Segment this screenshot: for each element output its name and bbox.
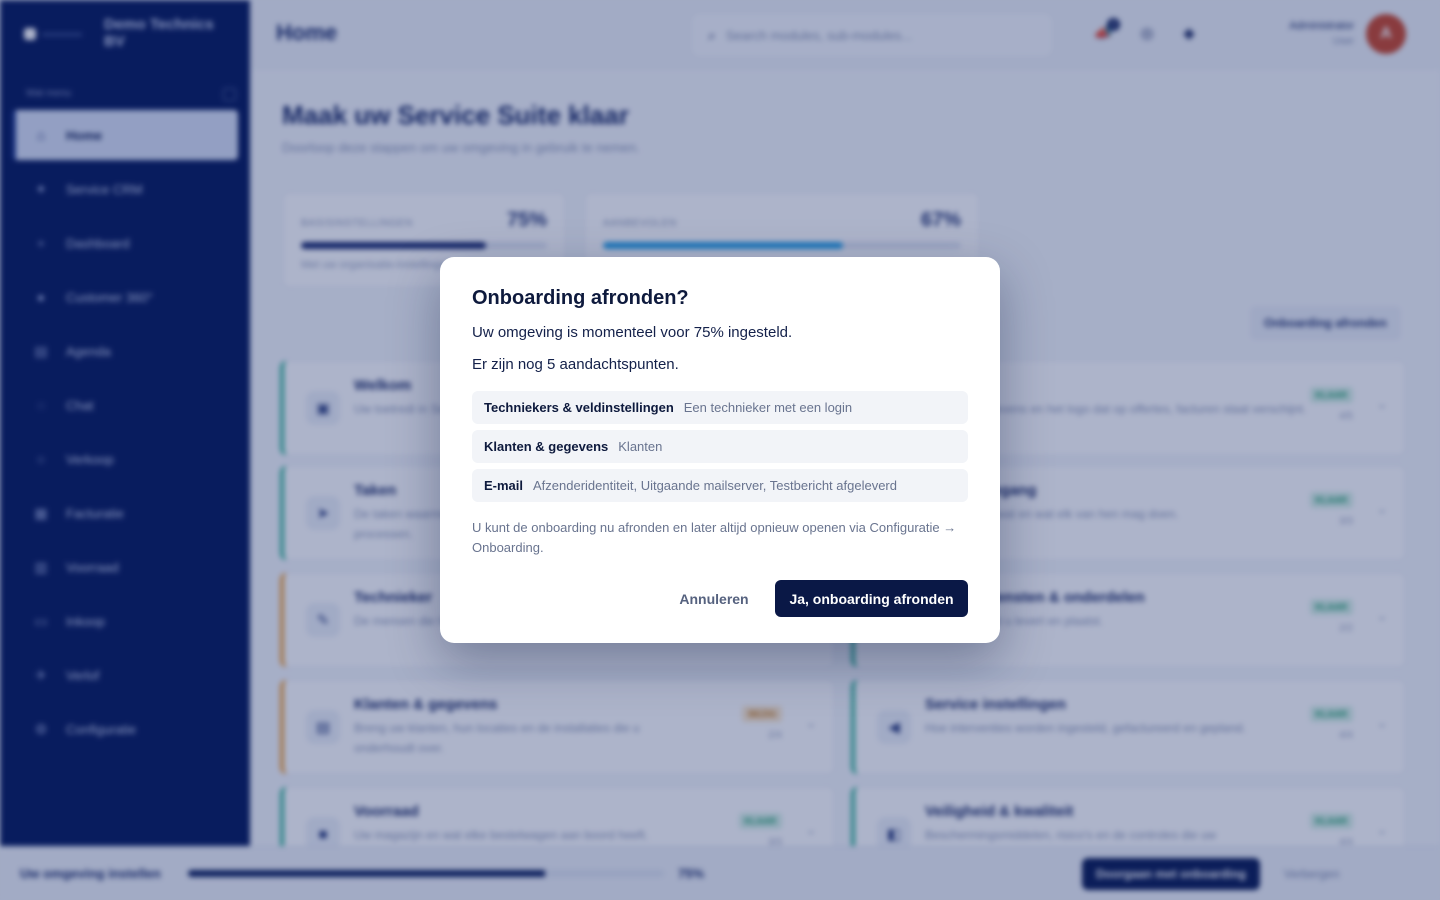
- issue-name: E-mail: [484, 478, 524, 493]
- cancel-button[interactable]: Annuleren: [666, 580, 762, 617]
- dialog-issues-count: Er zijn nog 5 aandachtspunten.: [472, 356, 679, 373]
- dialog-note: U kunt de onboarding nu afronden en late…: [472, 520, 957, 555]
- dialog-progress-text: Uw omgeving is momenteel voor 75% ingest…: [472, 324, 793, 341]
- issue-detail: Afzenderidentiteit, Uitgaande mailserver…: [533, 478, 897, 493]
- issue-item: E-mail Afzenderidentiteit, Uitgaande mai…: [472, 469, 968, 502]
- confirm-finish-button[interactable]: Ja, onboarding afronden: [775, 580, 968, 617]
- issue-item: Klanten & gegevens Klanten: [472, 430, 968, 463]
- issue-detail: Een technieker met een login: [683, 400, 853, 415]
- issue-list: Techniekers & veldinstellingen Een techn…: [472, 391, 968, 508]
- issue-name: Klanten & gegevens: [484, 439, 609, 454]
- finish-onboarding-dialog: Onboarding afronden? Uw omgeving is mome…: [440, 257, 1000, 643]
- dialog-title: Onboarding afronden?: [472, 287, 689, 309]
- issue-detail: Klanten: [618, 439, 663, 454]
- issue-name: Techniekers & veldinstellingen: [484, 400, 674, 415]
- issue-item: Techniekers & veldinstellingen Een techn…: [472, 391, 968, 424]
